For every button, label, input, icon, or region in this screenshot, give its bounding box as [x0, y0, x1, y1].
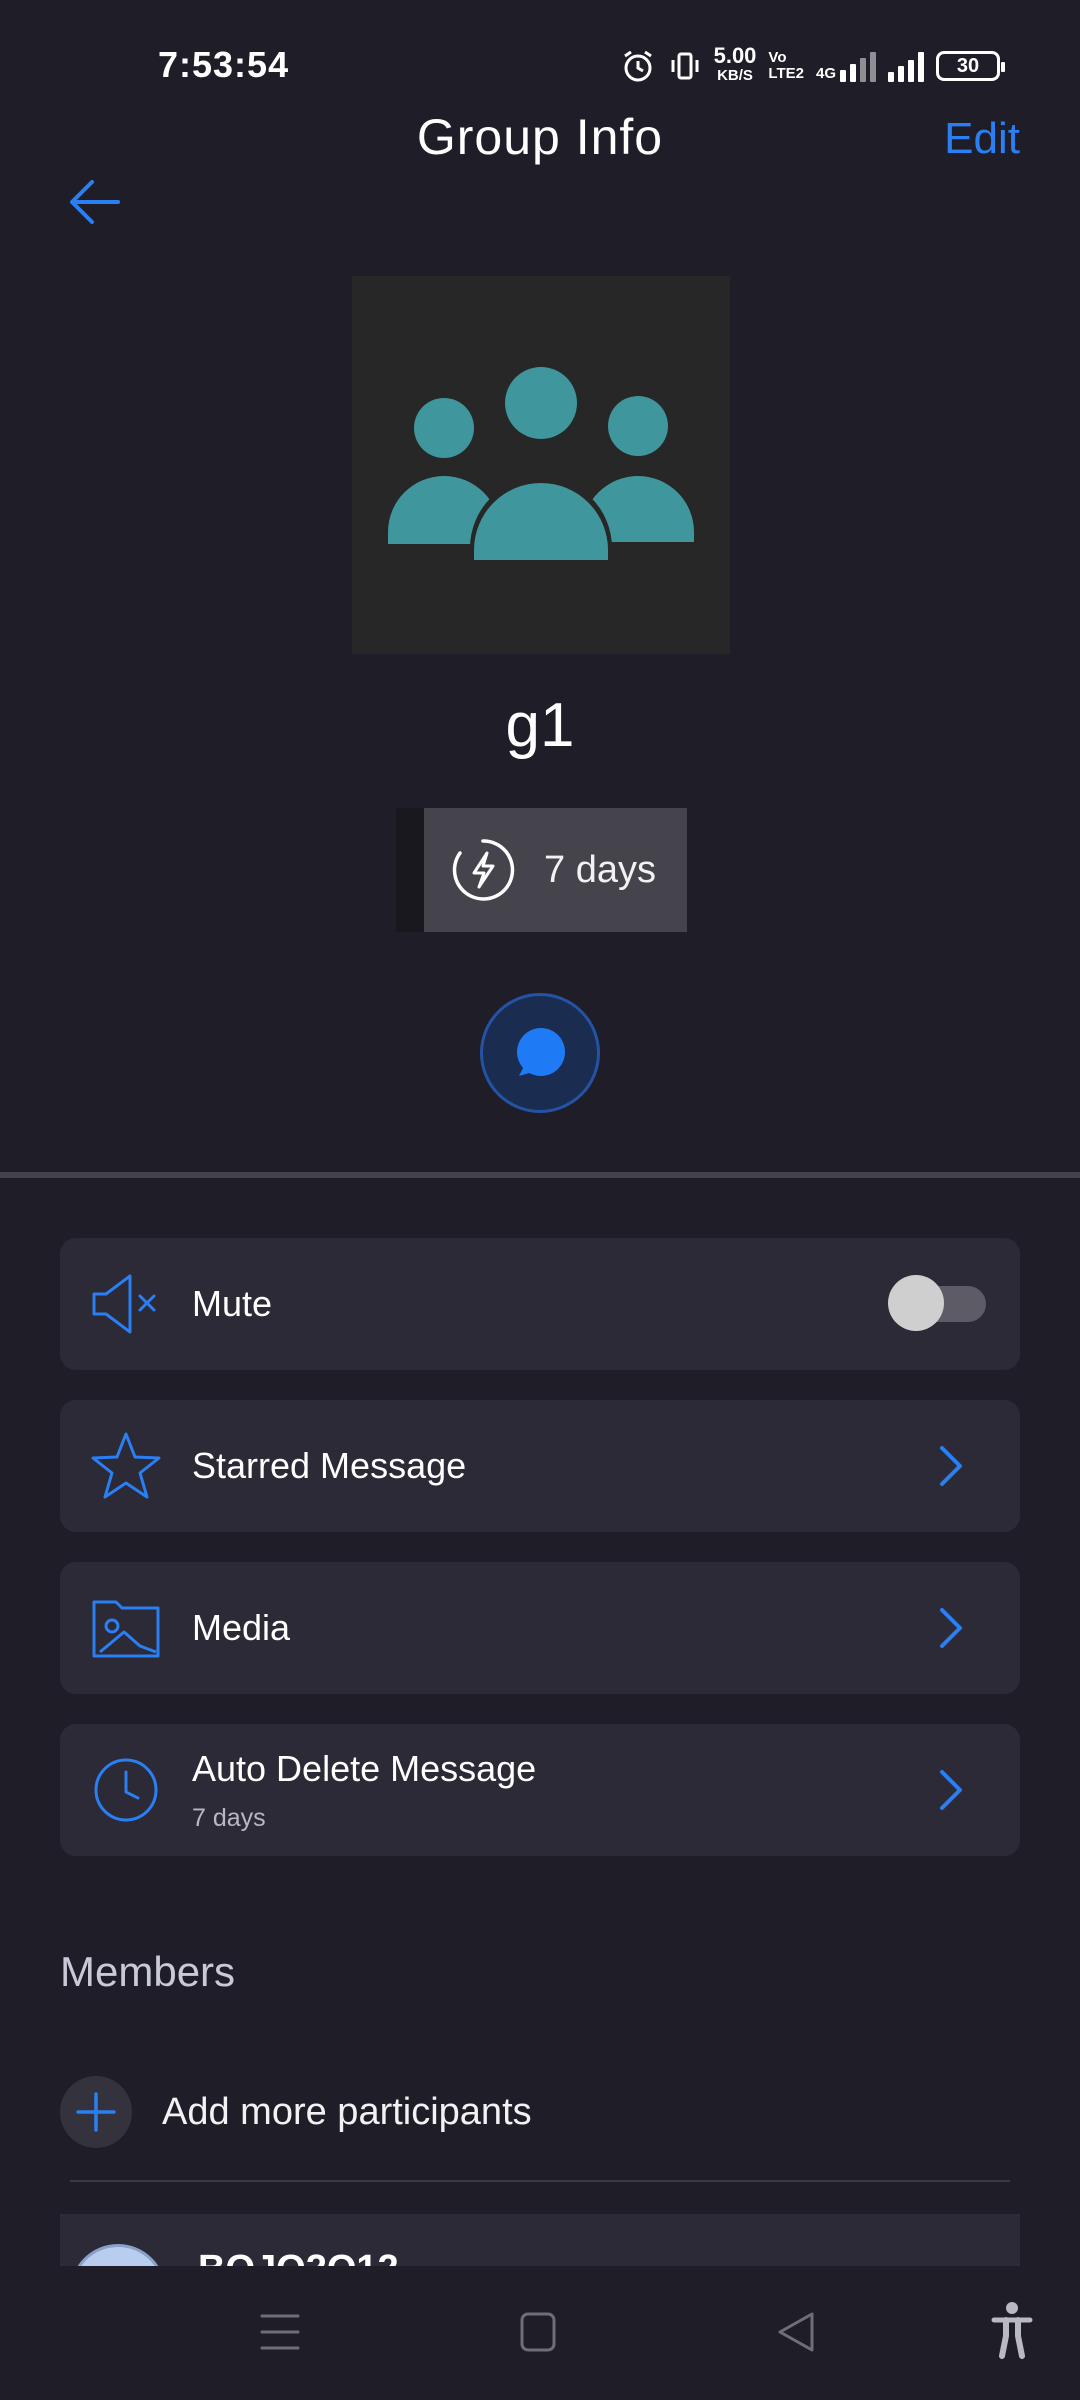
member-avatar	[70, 2244, 166, 2266]
battery-icon: 30	[936, 51, 1005, 81]
signal-bars-2	[888, 50, 924, 82]
starred-label: Starred Message	[192, 1445, 467, 1486]
group-people-icon	[388, 363, 694, 572]
status-bar: 7:53:54 5.00 KB/S Vo LTE2 4G 30	[0, 0, 1080, 120]
back-triangle-icon[interactable]	[774, 2306, 818, 2358]
vibrate-icon	[671, 52, 699, 80]
members-heading: Members	[60, 1948, 236, 1995]
speed-value: 5.00	[713, 43, 757, 68]
auto-delete-label: Auto Delete Message	[192, 1747, 537, 1789]
mute-toggle[interactable]	[888, 1275, 986, 1331]
add-circle	[60, 2076, 132, 2148]
media-icon-wrap	[90, 1592, 162, 1664]
add-participants-label: Add more participants	[162, 2090, 532, 2133]
plus-icon	[76, 2092, 116, 2132]
group-avatar[interactable]	[352, 276, 730, 654]
mute-row[interactable]: Mute	[60, 1238, 1020, 1370]
chevron-right-icon	[940, 1446, 962, 1486]
starred-icon-wrap	[90, 1430, 162, 1502]
disappearing-messages-badge[interactable]: 7 days	[424, 808, 687, 932]
chat-bubble-icon	[517, 1028, 565, 1076]
section-divider	[0, 1172, 1080, 1178]
member-list-item[interactable]: BOJO2O12	[60, 2214, 1020, 2266]
auto-delete-icon-wrap	[90, 1754, 162, 1826]
volte-indicator: Vo LTE2	[768, 50, 804, 82]
signal-bars-1	[840, 50, 876, 82]
chevron-right-icon	[940, 1770, 962, 1810]
members-divider	[70, 2180, 1010, 2182]
volte-top: Vo	[768, 49, 787, 66]
badge-shadow	[396, 808, 426, 932]
status-icons: 5.00 KB/S Vo LTE2 4G 30	[620, 43, 1005, 88]
auto-delete-row[interactable]: Auto Delete Message 7 days	[60, 1724, 1020, 1856]
mute-icon-wrap	[90, 1268, 162, 1340]
alarm-icon	[623, 50, 652, 82]
media-label: Media	[192, 1607, 291, 1648]
starred-message-row[interactable]: Starred Message	[60, 1400, 1020, 1532]
page-title: Group Info	[416, 109, 664, 165]
auto-delete-value: 7 days	[192, 1803, 266, 1832]
speed-unit: KB/S	[717, 67, 753, 84]
group-name: g1	[505, 691, 575, 760]
back-arrow-icon[interactable]	[64, 170, 128, 234]
chevron-right-icon	[940, 1608, 962, 1648]
accessibility-icon[interactable]	[990, 2300, 1034, 2360]
message-button[interactable]	[480, 993, 600, 1113]
folder-image-icon	[92, 1600, 160, 1658]
home-square-icon[interactable]	[518, 2306, 558, 2358]
speaker-mute-icon	[92, 1274, 156, 1334]
recents-menu-icon[interactable]	[258, 2306, 302, 2358]
auto-delete-text: Auto Delete Message 7 days	[192, 1748, 536, 1833]
disappearing-duration: 7 days	[544, 848, 656, 891]
sim1-signal: 4G	[816, 50, 876, 82]
toggle-knob	[888, 1275, 944, 1331]
network-speed: 5.00 KB/S	[713, 43, 757, 86]
status-time: 7:53:54	[158, 44, 290, 85]
clock-icon	[94, 1758, 158, 1822]
member-name: BOJO2O12	[198, 2248, 399, 2266]
system-nav-bar	[0, 2266, 1080, 2400]
timer-bolt-icon	[452, 839, 515, 901]
volte-bottom: LTE2	[768, 65, 804, 82]
network-type: 4G	[815, 65, 836, 82]
star-icon	[91, 1432, 161, 1499]
add-participants-button[interactable]: Add more participants	[60, 2076, 1020, 2148]
media-row[interactable]: Media	[60, 1562, 1020, 1694]
mute-label: Mute	[192, 1283, 273, 1324]
edit-button[interactable]: Edit	[944, 114, 1020, 164]
